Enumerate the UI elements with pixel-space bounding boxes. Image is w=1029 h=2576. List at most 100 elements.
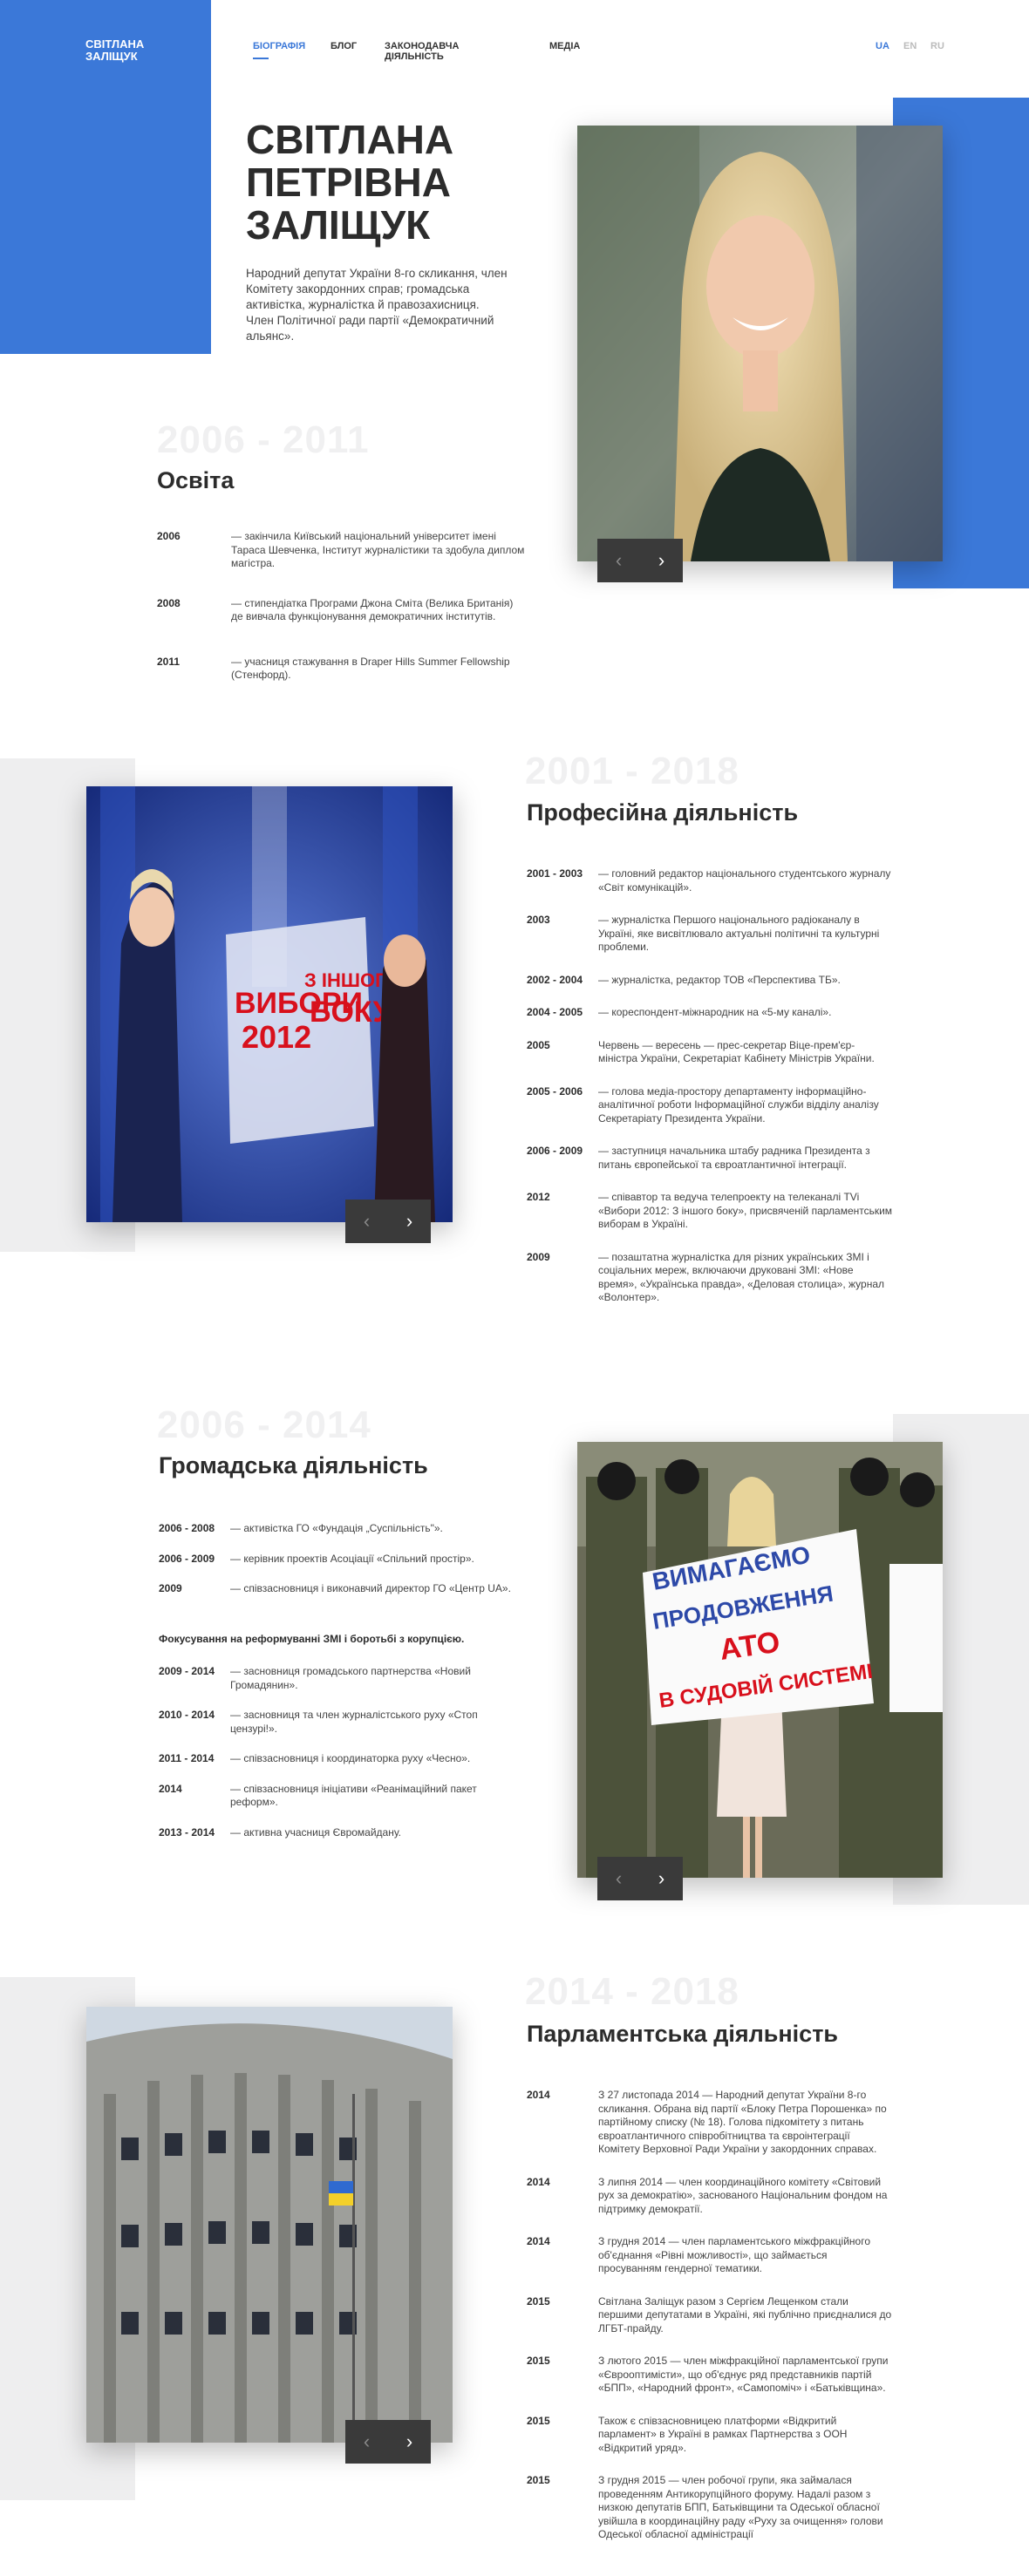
entry-text: — засновниця громадського партнерства «Н… — [230, 1665, 471, 1691]
prev-arrow-icon[interactable]: ‹ — [597, 1857, 640, 1900]
timeline-entry: 2014 З липня 2014 — член координаційного … — [527, 2176, 893, 2217]
poster-text-4: БОКУ — [310, 996, 392, 1029]
entry-year: 2014 — [159, 1782, 182, 1795]
logo[interactable]: СВІТЛАНА ЗАЛІЩУК — [85, 38, 173, 63]
timeline-entry: 2011 — учасниця стажування в Draper Hills… — [157, 656, 528, 683]
next-arrow-icon[interactable]: › — [388, 2420, 431, 2464]
entry-year: 2003 — [527, 914, 550, 926]
entry-text: — закінчила Київський національний уніве… — [231, 530, 525, 569]
entry-text: З грудня 2014 — член парламентського між… — [598, 2235, 871, 2274]
timeline-entry: 2005 - 2006 — голова медіа-простору депар… — [527, 1085, 893, 1126]
timeline-entry: 2010 - 2014 — засновниця та член журналіс… — [159, 1709, 521, 1736]
lang-en[interactable]: EN — [903, 41, 917, 51]
entry-text: Червень — вересень — прес-секретар Віце-… — [598, 1038, 875, 1065]
entry-year: 2005 — [527, 1038, 550, 1051]
timeline-entry: 2006 - 2008 — активістка ГО «Фундація „Су… — [159, 1522, 521, 1536]
timeline-entry: 2003 — журналістка Першого національного … — [527, 914, 893, 955]
poster-photo: ВИБОРИ 2012 З ІНШОГО БОКУ — [86, 786, 453, 1222]
prev-arrow-icon[interactable]: ‹ — [345, 1200, 388, 1243]
timeline-entry: 2014 — співзасновниця ініціативи «Реаніма… — [159, 1783, 521, 1810]
entry-year: 2005 - 2006 — [527, 1084, 583, 1098]
timeline-entry: 2009 — позаштатна журналістка для різних … — [527, 1251, 893, 1305]
logo-line-2: ЗАЛІЩУК — [85, 50, 138, 63]
entry-text: — учасниця стажування в Draper Hills Sum… — [231, 655, 510, 682]
entry-year: 2015 — [527, 2294, 550, 2308]
civic-note: Фокусування на реформуванні ЗМІ і бороть… — [159, 1633, 465, 1645]
slider-controls-2: ‹ › — [345, 1200, 431, 1243]
entry-year: 2006 — [157, 530, 181, 542]
timeline-entry: 2001 - 2003 — головний редактор національ… — [527, 867, 893, 894]
timeline-entry: 2015 З лютого 2015 — член міжфракційної п… — [527, 2355, 893, 2396]
poster-text-2: 2012 — [242, 1019, 311, 1055]
lang-ru[interactable]: RU — [930, 41, 944, 51]
entry-text: З 27 листопада 2014 — Народний депутат У… — [598, 2089, 887, 2155]
entry-year: 2014 — [527, 2089, 550, 2101]
civic-list-2: 2009 - 2014 — засновниця громадського пар… — [159, 1665, 521, 1856]
professional-title: Професійна діяльність — [527, 799, 799, 826]
entry-text: — позаштатна журналістка для різних укра… — [598, 1250, 885, 1304]
entry-year: 2011 — [157, 655, 181, 668]
entry-text: З лютого 2015 — член міжфракційної парла… — [598, 2355, 889, 2394]
prev-arrow-icon[interactable]: ‹ — [345, 2420, 388, 2464]
protest-photo: ВИМАГАЄМО ПРОДОВЖЕННЯ АТО В СУДОВІЙ СИСТ… — [577, 1442, 943, 1878]
entry-text: — активістка ГО «Фундація „Суспільність"… — [230, 1522, 443, 1534]
timeline-entry: 2009 — співзасновниця і виконавчий директ… — [159, 1582, 521, 1596]
government-building-photo — [86, 2007, 453, 2443]
education-list: 2006 — закінчила Київський національний у… — [157, 530, 528, 709]
entry-text: — співзасновниця і виконавчий директор Г… — [230, 1582, 511, 1594]
entry-text: — журналістка Першого національного раді… — [598, 914, 880, 953]
timeline-entry: 2013 - 2014 — активна учасниця Євромайдан… — [159, 1826, 521, 1840]
next-arrow-icon[interactable]: › — [640, 1857, 683, 1900]
entry-year: 2002 - 2004 — [527, 973, 583, 986]
professional-list: 2001 - 2003 — головний редактор національ… — [527, 867, 893, 1324]
entry-text: — співзасновниця і координаторка руху «Ч… — [230, 1752, 471, 1764]
timeline-entry: 2014 З грудня 2014 — член парламентського… — [527, 2235, 893, 2276]
education-title: Освіта — [157, 467, 235, 493]
entry-year: 2004 - 2005 — [527, 1006, 583, 1018]
timeline-entry: 2015 Також є співзасновницею платформи «В… — [527, 2415, 893, 2456]
entry-text: — кореспондент-міжнародник на «5-му кана… — [598, 1006, 832, 1018]
entry-year: 2015 — [527, 2414, 550, 2427]
entry-text: — заступниця начальника штабу радника Пр… — [598, 1145, 870, 1171]
next-arrow-icon[interactable]: › — [640, 539, 683, 582]
entry-year: 2006 - 2009 — [527, 1145, 583, 1157]
hero-description: Народний депутат України 8-го скликання,… — [246, 267, 508, 343]
lang-ua[interactable]: UA — [876, 41, 889, 51]
nav-legislation[interactable]: ЗАКОНОДАВЧА ДІЯЛЬНІСТЬ — [385, 41, 459, 62]
entry-year: 2001 - 2003 — [527, 867, 583, 880]
entry-text: Також є співзасновницею платформи «Відкр… — [598, 2414, 848, 2454]
nav-blog[interactable]: БЛОГ — [331, 41, 357, 51]
entry-text: — співзасновниця ініціативи «Реанімаційн… — [230, 1782, 477, 1809]
entry-year: 2014 — [527, 2175, 550, 2188]
entry-year: 2006 - 2009 — [159, 1552, 215, 1565]
slider-controls-3: ‹ › — [597, 1857, 683, 1900]
slider-controls-4: ‹ › — [345, 2420, 431, 2464]
entry-year: 2009 — [159, 1582, 182, 1594]
timeline-entry: 2008 — стипендіатка Програми Джона Сміта … — [157, 597, 528, 624]
entry-year: 2008 — [157, 596, 181, 609]
entry-year: 2009 - 2014 — [159, 1665, 215, 1677]
next-arrow-icon[interactable]: › — [388, 1200, 431, 1243]
education-years: 2006 - 2011 — [157, 418, 370, 461]
prev-arrow-icon[interactable]: ‹ — [597, 539, 640, 582]
logo-line-1: СВІТЛАНА — [85, 37, 145, 51]
timeline-entry: 2002 - 2004 — журналістка, редактор ТОВ «… — [527, 974, 893, 988]
nav-active-underline — [253, 58, 269, 59]
nav-biography[interactable]: БІОГРАФІЯ — [253, 41, 305, 51]
parliament-list: 2014 З 27 листопада 2014 — Народний депут… — [527, 2089, 893, 2561]
title-line-2: ПЕТРІВНА — [246, 160, 451, 205]
civic-title: Громадська діяльність — [159, 1452, 428, 1478]
nav-media[interactable]: МЕДІА — [549, 41, 580, 51]
entry-text: — активна учасниця Євромайдану. — [230, 1825, 401, 1839]
page-title: СВІТЛАНА ПЕТРІВНА ЗАЛІЩУК — [246, 119, 595, 247]
entry-year: 2013 - 2014 — [159, 1825, 215, 1839]
entry-year: 2010 - 2014 — [159, 1709, 215, 1721]
title-line-3: ЗАЛІЩУК — [246, 202, 431, 248]
entry-text: — голова медіа-простору департаменту інф… — [598, 1084, 879, 1125]
parliament-years: 2014 - 2018 — [525, 1970, 739, 2013]
entry-text: — головний редактор національного студен… — [598, 867, 891, 894]
entry-text: — стипендіатка Програми Джона Сміта (Вел… — [231, 596, 514, 623]
entry-year: 2009 — [527, 1250, 550, 1263]
entry-year: 2011 - 2014 — [159, 1752, 215, 1764]
entry-text: З грудня 2015 — член робочої групи, яка … — [598, 2474, 883, 2540]
